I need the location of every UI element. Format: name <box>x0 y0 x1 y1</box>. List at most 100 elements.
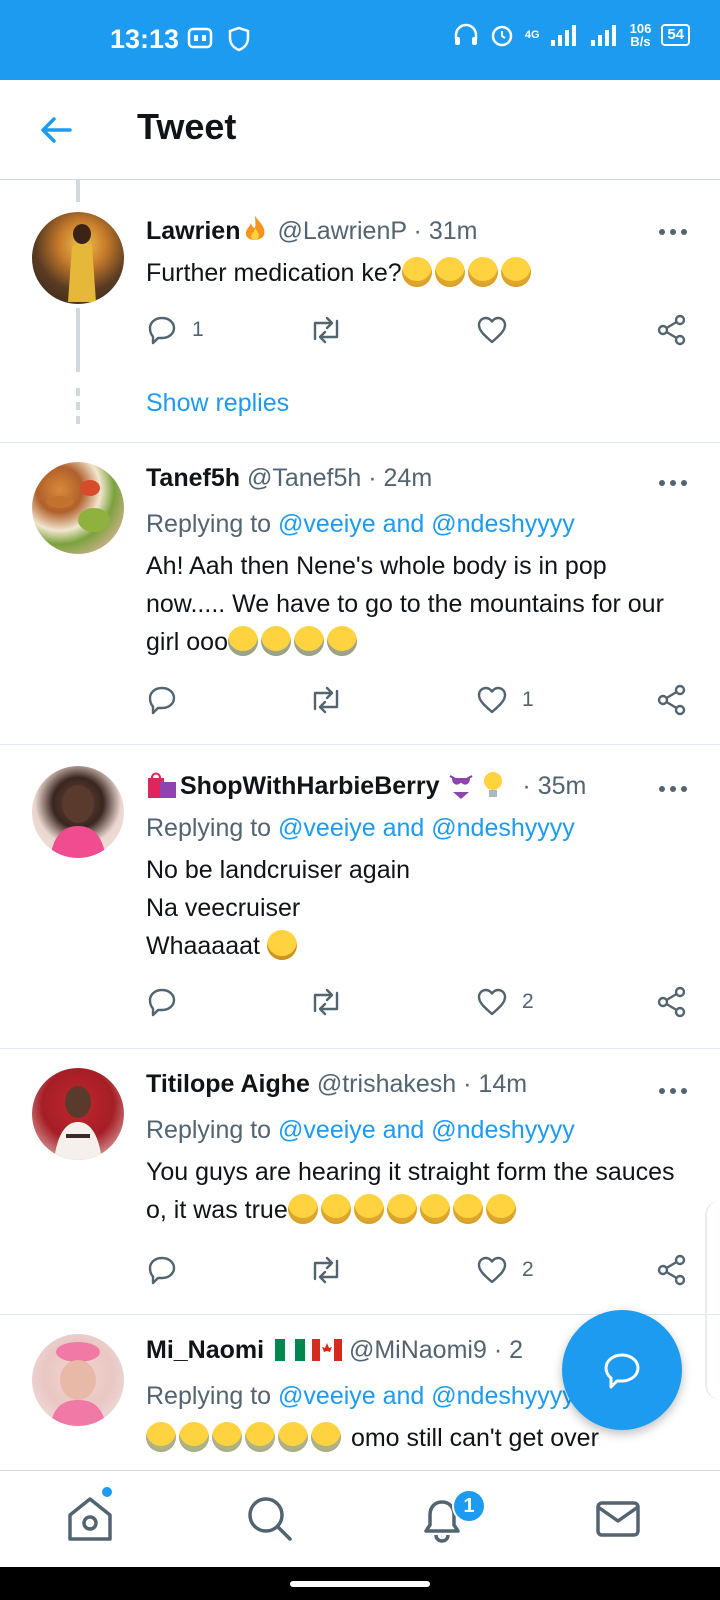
heart-icon <box>477 1256 507 1284</box>
reply-action[interactable]: 1 <box>146 314 204 346</box>
alarm-icon <box>491 25 513 47</box>
tweet-header: Titilope Aighe @trishakesh · 14m <box>146 1070 527 1099</box>
bikini-emoji-icon <box>447 770 475 800</box>
back-arrow-icon[interactable] <box>36 110 76 150</box>
reply-feed[interactable]: Lawrien @LawrienP · 31m Further medicati… <box>0 180 720 1470</box>
tweet-line: Na veecruiser <box>146 894 301 922</box>
speed-unit: B/s <box>630 34 651 49</box>
retweet-icon <box>313 1256 339 1284</box>
reply-action[interactable] <box>146 1254 192 1286</box>
fire-emoji-icon <box>240 214 270 244</box>
system-gesture-bar <box>0 1567 720 1600</box>
rofl-emoji-icon <box>452 1194 483 1224</box>
separator-dot: · <box>368 464 377 492</box>
search-icon[interactable] <box>242 1491 298 1547</box>
crying-emoji-icon <box>294 626 324 656</box>
replying-to-line: Replying to @veeiye and @ndeshyyyy <box>146 814 575 843</box>
network-speed: 106 B/s <box>630 22 652 48</box>
retweet-action[interactable] <box>308 314 358 346</box>
network-label: 4G <box>524 29 540 41</box>
tweet-header: Tanef5h @Tanef5h · 24m <box>146 464 432 493</box>
tweet-line: Whaaaaat <box>146 932 260 960</box>
tweet-line: No be landcruiser again <box>146 856 411 884</box>
handle[interactable]: @LawrienP <box>277 217 406 245</box>
tweet-actions: 2 <box>146 1254 691 1294</box>
tweet-item[interactable]: Titilope Aighe @trishakesh · 14m Replyin… <box>0 1048 720 1315</box>
retweet-action[interactable] <box>308 684 358 716</box>
display-name[interactable]: Titilope Aighe <box>146 1070 310 1098</box>
replying-to-users[interactable]: @veeiye and @ndeshyyyy <box>278 814 575 842</box>
shield-icon <box>228 26 250 52</box>
replying-to-line: Replying to @veeiye and @ndeshyyyy <box>146 1382 575 1411</box>
reply-icon <box>148 988 176 1017</box>
crying-emoji-icon <box>228 626 258 656</box>
show-replies-link[interactable]: Show replies <box>146 389 289 418</box>
share-action[interactable] <box>656 1254 688 1286</box>
compose-reply-button[interactable] <box>562 1310 682 1430</box>
notifications-badge: 1 <box>452 1489 486 1523</box>
display-name[interactable]: ShopWithHarbieBerry <box>180 772 440 800</box>
tweet-actions: 1 <box>146 684 691 724</box>
display-name[interactable]: Lawrien <box>146 217 240 245</box>
tweet-item[interactable]: Tanef5h @Tanef5h · 24m Replying to @veei… <box>0 442 720 745</box>
nigeria-flag-icon <box>275 1339 306 1361</box>
like-action[interactable]: 1 <box>476 684 534 716</box>
avatar[interactable] <box>32 212 124 304</box>
replying-to-users[interactable]: @veeiye and @ndeshyyyy <box>278 510 575 538</box>
replying-prefix: Replying to <box>146 510 272 538</box>
joy-emoji-icon <box>278 1422 308 1452</box>
bottom-navigation: 1 <box>0 1470 720 1568</box>
timestamp: 2 <box>509 1336 523 1364</box>
rofl-emoji-icon <box>353 1194 384 1224</box>
handle[interactable]: @Tanef5h <box>247 464 361 492</box>
rofl-emoji-icon <box>401 257 432 287</box>
battery-indicator: 54 <box>661 24 690 46</box>
share-action[interactable] <box>656 684 688 716</box>
share-action[interactable] <box>656 314 688 346</box>
avatar-food-icon <box>46 480 110 532</box>
share-action[interactable] <box>656 986 688 1018</box>
heart-icon <box>477 686 507 714</box>
retweet-action[interactable] <box>308 1254 358 1286</box>
signal-icon <box>550 25 576 46</box>
avatar[interactable] <box>32 766 124 858</box>
messages-icon[interactable] <box>590 1491 646 1547</box>
timestamp: 31m <box>428 217 478 245</box>
like-action[interactable]: 2 <box>476 986 534 1018</box>
replying-to-users[interactable]: @veeiye and @ndeshyyyy <box>278 1116 575 1144</box>
rofl-emoji-icon <box>287 1194 318 1224</box>
joy-emoji-icon <box>146 1422 176 1452</box>
reply-action[interactable] <box>146 684 192 716</box>
more-options-icon[interactable] <box>658 478 688 488</box>
gallery-icon <box>187 27 213 49</box>
signal-2-icon <box>590 25 616 46</box>
retweet-action[interactable] <box>308 986 358 1018</box>
like-action[interactable] <box>476 314 522 346</box>
handle[interactable]: @trishakesh <box>317 1070 456 1098</box>
display-name[interactable]: Mi_Naomi <box>146 1336 264 1364</box>
reply-action[interactable] <box>146 986 192 1018</box>
home-icon[interactable] <box>62 1491 118 1547</box>
canada-flag-icon <box>312 1339 342 1361</box>
tweet-item[interactable]: ShopWithHarbieBerry · 35m Replying to @v… <box>0 744 720 1049</box>
reply-count: 1 <box>192 318 204 341</box>
avatar[interactable] <box>32 462 124 554</box>
rofl-emoji-icon <box>485 1194 516 1224</box>
retweet-icon <box>313 686 339 714</box>
avatar[interactable] <box>32 1068 124 1160</box>
like-action[interactable]: 2 <box>476 1254 534 1286</box>
heart-icon <box>477 988 507 1016</box>
tweet-text: Further medication ke? <box>146 254 686 292</box>
tweet-item[interactable]: Lawrien @LawrienP · 31m Further medicati… <box>0 180 720 443</box>
handle[interactable]: @MiNaomi9 <box>349 1336 487 1364</box>
replying-to-users[interactable]: @veeiye and @ndeshyyyy <box>278 1382 575 1410</box>
display-name[interactable]: Tanef5h <box>146 464 240 492</box>
joy-emoji-icon <box>212 1422 242 1452</box>
avatar[interactable] <box>32 1334 124 1426</box>
heart-icon <box>477 316 507 344</box>
home-gesture-pill[interactable] <box>290 1581 430 1587</box>
more-options-icon[interactable] <box>658 1086 688 1096</box>
tweet-header: Mi_Naomi @MiNaomi9 · 2 <box>146 1336 523 1365</box>
more-options-icon[interactable] <box>658 227 688 237</box>
more-options-icon[interactable] <box>658 784 688 794</box>
